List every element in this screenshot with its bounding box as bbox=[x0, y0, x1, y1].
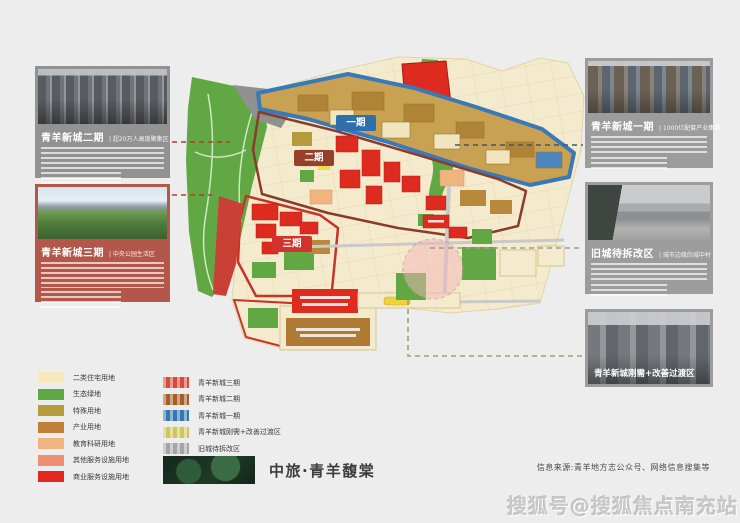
oldtown-photo bbox=[588, 185, 710, 240]
card-tag: | 城市边缘的城中村 bbox=[659, 250, 711, 259]
legend-item: 青羊新城刚需+改善过渡区 bbox=[163, 427, 281, 438]
card-title: 青羊新城二期 bbox=[41, 129, 104, 144]
phase1-label: 一期 bbox=[336, 115, 376, 131]
card-body-placeholder bbox=[41, 147, 164, 169]
legend-swatch bbox=[38, 422, 64, 433]
brand-logo-text: 中旅·青羊馥棠 bbox=[269, 460, 375, 481]
legend-swatch bbox=[38, 405, 64, 416]
brand-logo: 中旅·青羊馥棠 bbox=[163, 456, 375, 484]
legend-item: 产业用地 bbox=[38, 422, 129, 433]
card-body-placeholder bbox=[41, 262, 164, 288]
legend-item: 其他服务设施用地 bbox=[38, 455, 129, 466]
card-title: 旧城待拆改区 bbox=[591, 245, 654, 260]
legend-item: 旧城待拆改区 bbox=[163, 443, 281, 454]
svg-text:一期: 一期 bbox=[346, 117, 365, 129]
legend-item: 青羊新城一期 bbox=[163, 410, 281, 421]
legend-item: 特殊用地 bbox=[38, 405, 129, 416]
legend-swatch bbox=[163, 377, 189, 388]
legend-item: 商业服务设施用地 bbox=[38, 471, 129, 482]
card-body-placeholder bbox=[591, 284, 667, 297]
legend-label: 青羊新城三期 bbox=[198, 378, 240, 388]
legend-swatch bbox=[38, 372, 64, 383]
legend-phases: 青羊新城三期 青羊新城二期 青羊新城一期 青羊新城刚需+改善过渡区 旧城待拆改区 bbox=[163, 377, 281, 454]
legend-swatch bbox=[38, 471, 64, 482]
phase1-photo bbox=[588, 61, 710, 113]
card-body-placeholder bbox=[41, 291, 121, 308]
legend-swatch bbox=[38, 389, 64, 400]
legend-swatch bbox=[163, 410, 189, 421]
legend-label: 青羊新城一期 bbox=[198, 411, 240, 421]
phase2-label: 二期 bbox=[294, 150, 334, 166]
legend-item: 青羊新城二期 bbox=[163, 394, 281, 405]
card-tag: | 1000亿配套产业集群 bbox=[659, 123, 720, 132]
legend-land-use: 二类住宅用地 生态绿地 特殊用地 产业用地 教育科研用地 其他服务设施用地 商业… bbox=[38, 372, 129, 482]
legend-item: 生态绿地 bbox=[38, 389, 129, 400]
legend-label: 教育科研用地 bbox=[73, 439, 115, 449]
legend-label: 特殊用地 bbox=[73, 406, 101, 416]
legend-label: 其他服务设施用地 bbox=[73, 455, 129, 465]
legend-item: 教育科研用地 bbox=[38, 438, 129, 449]
legend-label: 青羊新城二期 bbox=[198, 394, 240, 404]
legend-item: 青羊新城三期 bbox=[163, 377, 281, 388]
poster-background: 一期 二期 三期 青羊新城二期 | 超20万人高度聚集区 bbox=[0, 0, 740, 523]
watermark: 搜狐号@搜狐焦点南充站 bbox=[507, 490, 738, 519]
svg-text:二期: 二期 bbox=[304, 152, 323, 164]
phase3-label: 三期 bbox=[272, 236, 312, 252]
phase3-photo bbox=[38, 187, 167, 239]
transition-photo: 青羊新城刚需+改善过渡区 bbox=[588, 312, 710, 384]
info-card-phase1: 青羊新城一期 | 1000亿配套产业集群 bbox=[585, 58, 713, 168]
card-body-placeholder bbox=[591, 263, 707, 281]
info-card-transition: 青羊新城刚需+改善过渡区 bbox=[585, 309, 713, 387]
info-card-oldtown: 旧城待拆改区 | 城市边缘的城中村 bbox=[585, 182, 713, 294]
card-title: 青羊新城三期 bbox=[41, 244, 104, 259]
card-body-placeholder bbox=[591, 136, 707, 154]
legend-label: 产业用地 bbox=[73, 422, 101, 432]
legend-label: 商业服务设施用地 bbox=[73, 472, 129, 482]
legend-swatch bbox=[163, 443, 189, 454]
card-body-placeholder bbox=[41, 172, 121, 184]
legend-item: 二类住宅用地 bbox=[38, 372, 129, 383]
phase2-photo bbox=[38, 69, 167, 124]
card-body-placeholder bbox=[591, 157, 667, 170]
legend-label: 生态绿地 bbox=[73, 389, 101, 399]
legend-label: 青羊新城刚需+改善过渡区 bbox=[198, 427, 281, 437]
card-title: 青羊新城刚需+改善过渡区 bbox=[594, 367, 695, 379]
legend-swatch bbox=[163, 427, 189, 438]
svg-text:三期: 三期 bbox=[282, 238, 301, 250]
card-tag: | 中央公园生活区 bbox=[109, 249, 155, 258]
info-card-phase3: 青羊新城三期 | 中央公园生活区 bbox=[35, 184, 170, 302]
card-tag: | 超20万人高度聚集区 bbox=[109, 134, 169, 143]
info-card-phase2: 青羊新城二期 | 超20万人高度聚集区 bbox=[35, 66, 170, 178]
legend-swatch bbox=[38, 455, 64, 466]
source-note: 信息来源:青羊地方志公众号、网络信息搜集等 bbox=[537, 462, 710, 473]
legend-swatch bbox=[38, 438, 64, 449]
brand-logo-image bbox=[163, 456, 255, 484]
legend-swatch bbox=[163, 394, 189, 405]
legend-label: 旧城待拆改区 bbox=[198, 444, 240, 454]
card-title: 青羊新城一期 bbox=[591, 118, 654, 133]
legend-label: 二类住宅用地 bbox=[73, 373, 115, 383]
